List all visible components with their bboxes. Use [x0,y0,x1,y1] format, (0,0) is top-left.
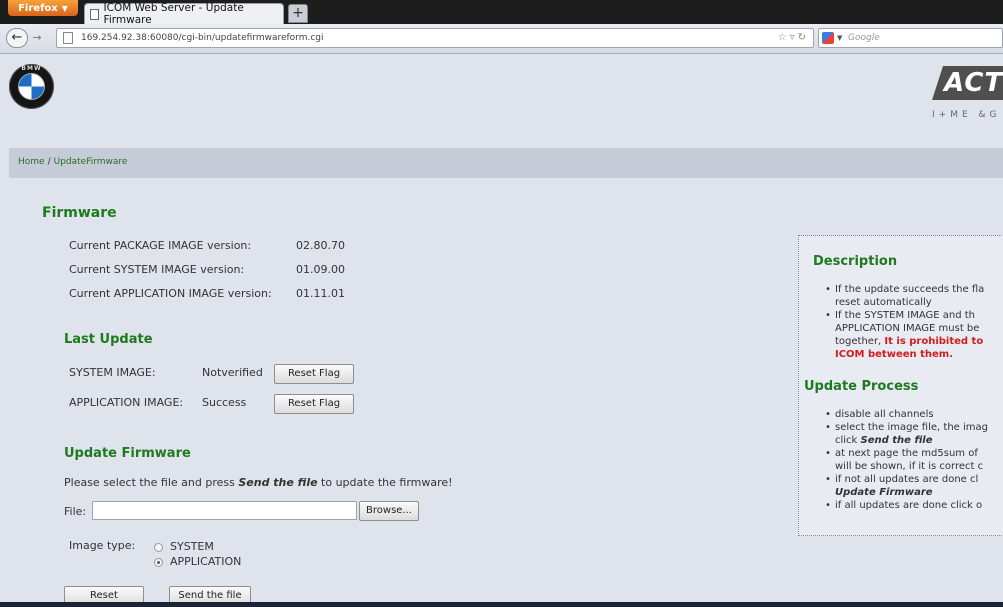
browser-tab-active[interactable]: ICOM Web Server - Update Firmware [84,2,284,26]
instruction-text-emphasis: Send the file [238,476,318,489]
tab-title: ICOM Web Server - Update Firmware [103,2,244,26]
brand-logo-text: ACT [944,68,1003,98]
image-type-label: Image type: [69,539,136,552]
process-step: if not all updates are done cl [825,473,988,486]
description-text: together, [835,336,885,347]
image-type-system-radio[interactable] [154,543,163,552]
last-update-heading: Last Update [64,332,153,347]
search-placeholder: Google [848,33,880,43]
firmware-heading: Firmware [42,205,117,221]
breadcrumb-separator: / [47,157,51,167]
system-image-status-value: Notverified [202,366,263,379]
page-icon [90,8,99,20]
update-firmware-heading: Update Firmware [64,446,191,461]
description-item-continuation: reset automatically [835,297,932,308]
description-panel: Description If the update succeeds the f… [798,235,1003,536]
file-label: File: [64,505,87,518]
application-version-value: 01.11.01 [296,287,345,300]
reset-flag-system-button[interactable]: Reset Flag [274,364,354,384]
warning-text: ICOM between them. [835,349,954,360]
file-path-input[interactable] [92,501,357,520]
application-image-status-value: Success [202,396,247,409]
application-image-status-label: APPLICATION IMAGE: [69,396,184,409]
system-version-value: 01.09.00 [296,263,345,276]
package-version-value: 02.80.70 [296,239,345,252]
back-arrow-icon: ← [11,30,23,45]
system-image-status-label: SYSTEM IMAGE: [69,366,156,379]
instruction-text-end: to update the firmware! [317,476,453,489]
system-version-label: Current SYSTEM IMAGE version: [69,263,245,276]
update-instruction: Please select the file and press Send th… [64,476,453,489]
update-process-list: disable all channels select the image fi… [825,408,988,512]
package-version-label: Current PACKAGE IMAGE version: [69,239,252,252]
chevron-down-icon: ▼ [61,3,68,13]
search-engine-icon[interactable] [822,32,834,44]
process-step-continuation: will be shown, if it is correct c [835,461,984,472]
browser-nav-bar: ← → 169.254.92.38:60080/cgi-bin/updatefi… [0,24,1003,54]
update-process-heading: Update Process [804,379,919,394]
new-tab-button[interactable]: + [288,4,308,23]
instruction-text-start: Please select the file and press [64,476,239,489]
process-step: at next page the md5sum of [825,447,988,460]
bmw-logo-letters: BMW [21,65,42,72]
site-identity-icon [63,32,73,44]
dropdown-arrow-icon[interactable]: ▿ [790,32,798,43]
bmw-roundel-icon [18,73,45,100]
warning-text: It is prohibited to [884,336,984,347]
os-taskbar [0,602,1003,607]
description-item: If the update succeeds the fla [825,283,984,296]
browser-tab-bar: Firefox ▼ ICOM Web Server - Update Firmw… [0,0,1003,26]
back-button[interactable]: ← [6,28,28,48]
reset-flag-application-button[interactable]: Reset Flag [274,394,354,414]
brand-logo-subtext: I+ME &G [932,110,1001,120]
description-item-continuation: together, It is prohibited to [825,335,984,348]
process-step-continuation: Update Firmware [825,486,988,499]
bmw-logo: BMW [9,64,54,109]
firefox-menu-button[interactable]: Firefox ▼ [8,0,78,16]
bookmark-star-icon[interactable]: ☆ [778,32,790,43]
process-step-continuation: click Send the file [825,434,988,447]
plus-icon: + [292,5,304,21]
forward-arrow-icon: → [32,31,42,44]
process-text: click [835,435,861,446]
chevron-down-icon[interactable]: ▼ [837,29,842,47]
breadcrumb: Home / UpdateFirmware [18,157,127,167]
url-text: 169.254.92.38:60080/cgi-bin/updatefirmwa… [81,33,324,43]
process-step: if all updates are done click o [825,499,988,512]
process-text-emphasis: Send the file [860,435,933,446]
firefox-menu-label: Firefox [18,2,58,14]
forward-button[interactable]: → [30,30,44,46]
breadcrumb-current[interactable]: UpdateFirmware [54,157,128,167]
search-bar[interactable]: ▼ Google [818,28,1003,48]
process-text-emphasis: Update Firmware [835,487,933,498]
breadcrumb-bar: Home / UpdateFirmware [9,148,1003,178]
process-step: disable all channels [825,408,988,421]
breadcrumb-home-link[interactable]: Home [18,157,45,167]
description-item: If the SYSTEM IMAGE and th [825,309,984,322]
image-type-application-label[interactable]: APPLICATION [170,555,241,568]
image-type-application-radio[interactable] [154,558,163,567]
description-list: If the update succeeds the fla reset aut… [825,283,984,361]
web-page: BMW ACT I+ME &G Home / UpdateFirmware Firm… [0,54,1003,607]
description-item-continuation: ICOM between them. [825,348,984,361]
image-type-system-label[interactable]: SYSTEM [170,540,214,553]
application-version-label: Current APPLICATION IMAGE version: [69,287,272,300]
browse-button[interactable]: Browse... [359,501,419,521]
process-step: select the image file, the imag [825,421,988,434]
description-heading: Description [813,254,898,269]
reload-icon[interactable]: ↻ [798,32,809,43]
address-bar[interactable]: 169.254.92.38:60080/cgi-bin/updatefirmwa… [56,28,814,48]
description-item-continuation: APPLICATION IMAGE must be [835,323,980,334]
